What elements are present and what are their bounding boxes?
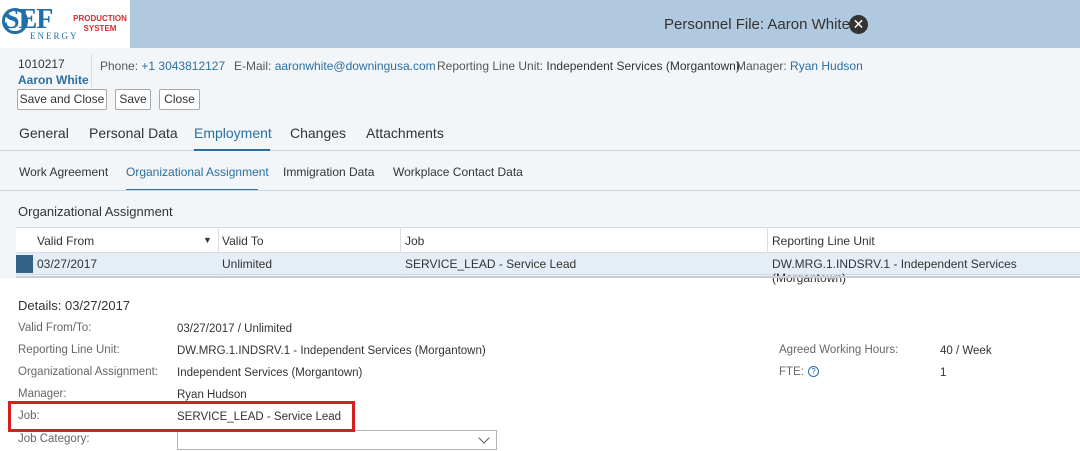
tab-general[interactable]: General xyxy=(19,125,69,141)
manager-info: Manager: Ryan Hudson xyxy=(736,59,863,73)
subtab-immigration-data[interactable]: Immigration Data xyxy=(283,165,374,179)
job-category-select[interactable] xyxy=(177,430,497,450)
organizational-assignment-label: Organizational Assignment: xyxy=(18,366,158,378)
manager-link[interactable]: Ryan Hudson xyxy=(790,59,863,73)
phone-label: Phone: xyxy=(100,59,139,73)
reporting-line-unit-label: Reporting Line Unit: xyxy=(18,344,120,356)
cell-job: SERVICE_LEAD - Service Lead xyxy=(405,257,577,271)
details-title: Details: 03/27/2017 xyxy=(18,298,131,313)
column-header-job[interactable]: Job xyxy=(405,234,424,248)
email-info: E-Mail: aaronwhite@downingusa.com xyxy=(234,59,436,73)
subtab-organizational-assignment[interactable]: Organizational Assignment xyxy=(126,165,269,179)
save-and-close-button[interactable]: Save and Close xyxy=(17,89,107,110)
sort-descending-icon[interactable]: ▼ xyxy=(203,235,212,245)
tab-changes[interactable]: Changes xyxy=(290,125,346,141)
job-category-label: Job Category: xyxy=(18,433,90,445)
tab-attachments[interactable]: Attachments xyxy=(366,125,444,141)
tab-personal-data[interactable]: Personal Data xyxy=(89,125,178,141)
column-header-valid-from[interactable]: Valid From xyxy=(37,234,94,248)
close-icon[interactable]: ✕ xyxy=(849,15,868,34)
phone-link[interactable]: +1 3043812127 xyxy=(141,59,225,73)
help-icon[interactable]: ? xyxy=(807,366,819,377)
employee-name-link[interactable]: Aaron White xyxy=(18,73,89,87)
chevron-down-icon[interactable] xyxy=(478,432,490,444)
fte-label-wrap: FTE:? xyxy=(779,366,819,378)
agreed-working-hours-value: 40 / Week xyxy=(940,345,992,357)
row-selected-indicator xyxy=(16,255,33,273)
reporting-line-info: Reporting Line Unit: Independent Service… xyxy=(437,59,740,73)
system-label: PRODUCTION SYSTEM xyxy=(73,14,127,33)
divider xyxy=(91,54,92,88)
manager-label: Manager: xyxy=(736,59,787,73)
fte-label: FTE: xyxy=(779,366,804,378)
email-link[interactable]: aaronwhite@downingusa.com xyxy=(275,59,436,73)
org-assignment-section: Organizational Assignment Valid From ▼ V… xyxy=(0,191,1080,285)
table-row[interactable]: 03/27/2017 Unlimited SERVICE_LEAD - Serv… xyxy=(16,253,1080,285)
top-bar: SEF ENERGY PRODUCTION SYSTEM Personnel F… xyxy=(0,0,1080,48)
agreed-working-hours-label: Agreed Working Hours: xyxy=(779,344,899,356)
phone-info: Phone: +1 3043812127 xyxy=(100,59,225,73)
cell-valid-to: Unlimited xyxy=(222,257,273,271)
manager-detail-label: Manager: xyxy=(18,388,67,400)
company-logo: SEF ENERGY PRODUCTION SYSTEM xyxy=(0,0,130,48)
reporting-line-label: Reporting Line Unit: xyxy=(437,59,544,73)
close-button[interactable]: Close xyxy=(159,89,200,110)
subtab-work-agreement[interactable]: Work Agreement xyxy=(19,165,108,179)
column-header-valid-to[interactable]: Valid To xyxy=(222,234,264,248)
cell-reporting-line-unit: DW.MRG.1.INDSRV.1 - Independent Services… xyxy=(772,257,1017,285)
column-header-reporting-line-unit[interactable]: Reporting Line Unit xyxy=(772,234,875,248)
reporting-line-unit-value: DW.MRG.1.INDSRV.1 - Independent Services… xyxy=(177,345,486,357)
valid-from-to-value: 03/27/2017 / Unlimited xyxy=(177,323,293,335)
subtab-bar: Work Agreement Organizational Assignment… xyxy=(0,151,1080,191)
table-header: Valid From ▼ Valid To Job Reporting Line… xyxy=(16,227,1080,278)
section-title: Organizational Assignment xyxy=(18,204,173,219)
organizational-assignment-value: Independent Services (Morgantown) xyxy=(177,367,363,379)
tab-employment[interactable]: Employment xyxy=(194,125,272,141)
highlight-box xyxy=(8,401,355,432)
email-label: E-Mail: xyxy=(234,59,272,73)
manager-detail-value: Ryan Hudson xyxy=(177,389,247,401)
reporting-line-value: Independent Services (Morgantown) xyxy=(546,59,740,73)
table-bottom-border xyxy=(16,276,1080,278)
cell-valid-from: 03/27/2017 xyxy=(37,257,98,271)
employee-id: 1010217 xyxy=(18,57,65,71)
valid-from-to-label: Valid From/To: xyxy=(18,322,92,334)
employee-header: 1010217 Aaron White Phone: +1 3043812127… xyxy=(0,48,1080,151)
window-title: Personnel File: Aaron White xyxy=(664,16,850,33)
save-button[interactable]: Save xyxy=(115,89,151,110)
fte-value: 1 xyxy=(940,367,947,379)
subtab-workplace-contact-data[interactable]: Workplace Contact Data xyxy=(393,165,523,179)
